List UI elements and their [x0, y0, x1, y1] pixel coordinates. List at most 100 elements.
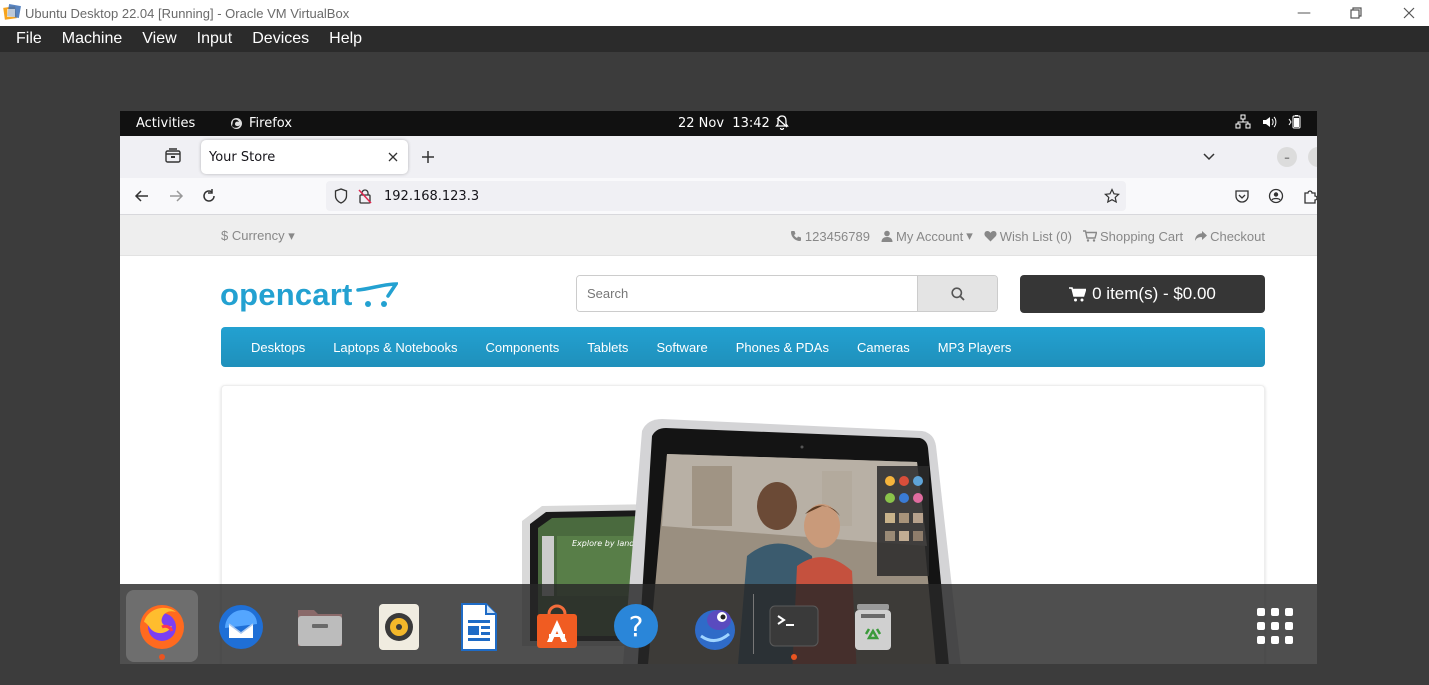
shopping-cart-icon	[1082, 230, 1097, 242]
svg-text:?: ?	[629, 610, 644, 643]
menu-file[interactable]: File	[6, 30, 52, 48]
opencart-logo[interactable]: opencart	[220, 275, 398, 315]
firefox-maximize-button[interactable]	[1308, 147, 1317, 167]
slide-caption: Explore by land.	[572, 539, 637, 548]
network-icon	[1235, 114, 1251, 129]
activities-button[interactable]: Activities	[136, 116, 195, 131]
cart-button[interactable]: 0 item(s) - $0.00	[1020, 275, 1265, 313]
search-box	[576, 275, 998, 312]
ubuntu-dock: ?	[120, 584, 1317, 664]
url-bar[interactable]: 192.168.123.3	[326, 181, 1126, 211]
forward-button[interactable]	[166, 186, 186, 206]
arrow-left-icon	[134, 190, 148, 202]
puzzle-icon	[1304, 190, 1317, 204]
firefox-minimize-button[interactable]: –	[1277, 147, 1297, 167]
show-applications-button[interactable]	[1239, 590, 1311, 662]
running-indicator	[791, 654, 797, 660]
vbox-menubar: File Machine View Input Devices Help	[0, 26, 1429, 52]
shopping-cart-label: Shopping Cart	[1099, 228, 1184, 244]
checkout-link[interactable]: Checkout	[1194, 229, 1265, 244]
pocket-icon	[1235, 190, 1249, 203]
close-icon	[388, 152, 398, 162]
firefox-icon	[140, 605, 184, 649]
search-input[interactable]	[577, 276, 917, 311]
cart-total: 0 item(s) - $0.00	[1092, 284, 1216, 303]
reload-button[interactable]	[199, 186, 219, 206]
firefox-small-icon	[231, 118, 242, 129]
restore-icon	[1350, 7, 1362, 19]
plus-icon	[422, 151, 434, 163]
phone-icon	[790, 231, 801, 241]
notification-bell-icon	[775, 114, 789, 134]
dock-libreoffice-writer[interactable]	[442, 590, 514, 662]
trash-icon	[855, 604, 891, 650]
writer-icon	[461, 603, 497, 651]
phone-link[interactable]: 123456789	[790, 229, 870, 244]
dock-thunderbird[interactable]	[205, 590, 277, 662]
currency-dropdown[interactable]: $ Currency ▾	[221, 228, 295, 244]
my-account-dropdown[interactable]: My Account ▾	[881, 228, 973, 244]
menu-view[interactable]: View	[132, 30, 186, 48]
guest-screen[interactable]: Activities Firefox 22 Nov 13:42 Your Sto…	[120, 111, 1317, 664]
menu-devices[interactable]: Devices	[242, 30, 319, 48]
heart-icon	[984, 231, 997, 242]
reload-icon	[203, 189, 215, 202]
dock-help[interactable]: ?	[600, 590, 672, 662]
menu-item-desktops[interactable]: Desktops	[237, 340, 319, 355]
running-indicator	[159, 654, 165, 660]
app-menu-firefox[interactable]: Firefox	[230, 116, 292, 131]
vbox-titlebar: Ubuntu Desktop 22.04 [Running] - Oracle …	[0, 0, 1429, 26]
search-button[interactable]	[917, 276, 997, 311]
account-button[interactable]	[1266, 186, 1286, 206]
wish-list-label: Wish List (0)	[999, 228, 1072, 244]
minimize-button[interactable]: —	[1281, 0, 1327, 26]
insecure-lock-icon	[358, 189, 372, 204]
dock-ubuntu-software[interactable]	[521, 590, 593, 662]
url-text[interactable]: 192.168.123.3	[384, 189, 479, 204]
dock-firefox[interactable]	[126, 590, 198, 662]
menu-help[interactable]: Help	[319, 30, 372, 48]
menu-item-mp3-players[interactable]: MP3 Players	[924, 340, 1026, 355]
tab-your-store[interactable]: Your Store	[201, 140, 408, 174]
store-top-bar: $ Currency ▾ 123456789 My Account ▾ Wish…	[120, 215, 1317, 256]
dock-rhythmbox[interactable]	[363, 590, 435, 662]
menu-item-software[interactable]: Software	[642, 340, 721, 355]
menu-item-laptops-notebooks[interactable]: Laptops & Notebooks	[319, 340, 471, 355]
menu-machine[interactable]: Machine	[52, 30, 132, 48]
pocket-button[interactable]	[1232, 186, 1252, 206]
volume-icon	[1263, 116, 1277, 128]
menu-item-cameras[interactable]: Cameras	[843, 340, 924, 355]
wish-list-link[interactable]: Wish List (0)	[984, 229, 1072, 244]
remmina-icon	[695, 610, 735, 650]
minimize-icon: —	[1297, 5, 1311, 21]
phone-number: 123456789	[804, 228, 870, 244]
dock-terminal[interactable]	[758, 590, 830, 662]
files-icon	[298, 610, 342, 646]
extensions-button[interactable]	[1300, 186, 1317, 206]
dock-trash[interactable]	[837, 590, 909, 662]
shopping-cart-link[interactable]: Shopping Cart	[1082, 228, 1184, 244]
rhythmbox-icon	[379, 604, 419, 650]
restore-button[interactable]	[1333, 0, 1379, 26]
close-button[interactable]	[1386, 0, 1429, 26]
dock-remmina[interactable]	[679, 590, 751, 662]
top-links: 123456789 My Account ▾ Wish List (0) Sho…	[790, 228, 1265, 244]
new-tab-button[interactable]	[417, 144, 439, 170]
dock-files[interactable]	[284, 590, 356, 662]
firefox-view-button[interactable]	[164, 147, 186, 167]
menu-item-phones-pdas[interactable]: Phones & PDAs	[722, 340, 843, 355]
menu-input[interactable]: Input	[187, 30, 243, 48]
user-icon	[881, 230, 893, 242]
caret-down-icon: ▾	[966, 228, 973, 243]
virtualbox-icon	[3, 4, 21, 22]
system-tray[interactable]	[1235, 114, 1303, 130]
tab-close-button[interactable]	[382, 146, 404, 168]
shopping-cart-icon	[1069, 286, 1087, 301]
menu-item-tablets[interactable]: Tablets	[573, 340, 642, 355]
list-all-tabs-button[interactable]	[1202, 148, 1222, 168]
back-button[interactable]	[132, 186, 152, 206]
thunderbird-icon	[219, 605, 263, 649]
clock[interactable]: 22 Nov 13:42	[678, 116, 770, 131]
bookmark-star-icon[interactable]	[1104, 188, 1120, 204]
menu-item-components[interactable]: Components	[472, 340, 574, 355]
